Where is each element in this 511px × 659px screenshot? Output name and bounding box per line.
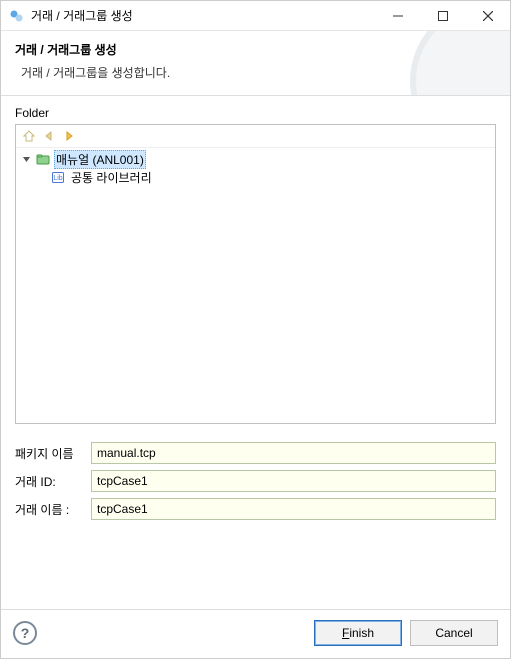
finish-rest: inish [349,626,374,640]
package-name-input[interactable] [91,442,496,464]
folder-tree-panel: 매뉴얼 (ANL001) Lib 공통 라이브러리 [15,124,496,424]
folder-label: Folder [15,106,496,120]
folder-tree[interactable]: 매뉴얼 (ANL001) Lib 공통 라이브러리 [16,148,495,423]
svg-text:Lib: Lib [53,175,62,182]
banner: 거래 / 거래그룹 생성 거래 / 거래그룹을 생성합니다. [1,31,510,96]
window-title: 거래 / 거래그룹 생성 [31,7,375,24]
back-arrow-icon[interactable] [41,128,57,144]
library-icon: Lib [50,169,66,185]
maximize-button[interactable] [420,1,465,30]
minimize-button[interactable] [375,1,420,30]
tree-node-root-label: 매뉴얼 (ANL001) [54,150,146,169]
content-area: Folder 매뉴얼 (ANL001) [1,96,510,609]
transaction-name-label: 거래 이름 : [15,501,91,518]
transaction-id-label: 거래 ID: [15,473,91,490]
tree-node-root[interactable]: 매뉴얼 (ANL001) [16,150,495,168]
form-area: 패키지 이름 거래 ID: 거래 이름 : [15,442,496,526]
finish-button[interactable]: Finish [314,620,402,646]
expander-icon[interactable] [20,153,32,165]
forward-arrow-icon[interactable] [61,128,77,144]
package-name-row: 패키지 이름 [15,442,496,464]
app-icon [9,8,25,24]
close-button[interactable] [465,1,510,30]
tree-node-child-label: 공통 라이브러리 [69,169,154,186]
transaction-id-row: 거래 ID: [15,470,496,492]
home-icon[interactable] [21,128,37,144]
cancel-button[interactable]: Cancel [410,620,498,646]
titlebar: 거래 / 거래그룹 생성 [1,1,510,31]
package-name-label: 패키지 이름 [15,445,91,462]
transaction-name-row: 거래 이름 : [15,498,496,520]
transaction-name-input[interactable] [91,498,496,520]
transaction-id-input[interactable] [91,470,496,492]
tree-node-child[interactable]: Lib 공통 라이브러리 [16,168,495,186]
footer: ? Finish Cancel [1,609,510,658]
help-button[interactable]: ? [13,621,37,645]
project-icon [35,151,51,167]
banner-decoration [410,31,510,96]
tree-toolbar [16,125,495,148]
